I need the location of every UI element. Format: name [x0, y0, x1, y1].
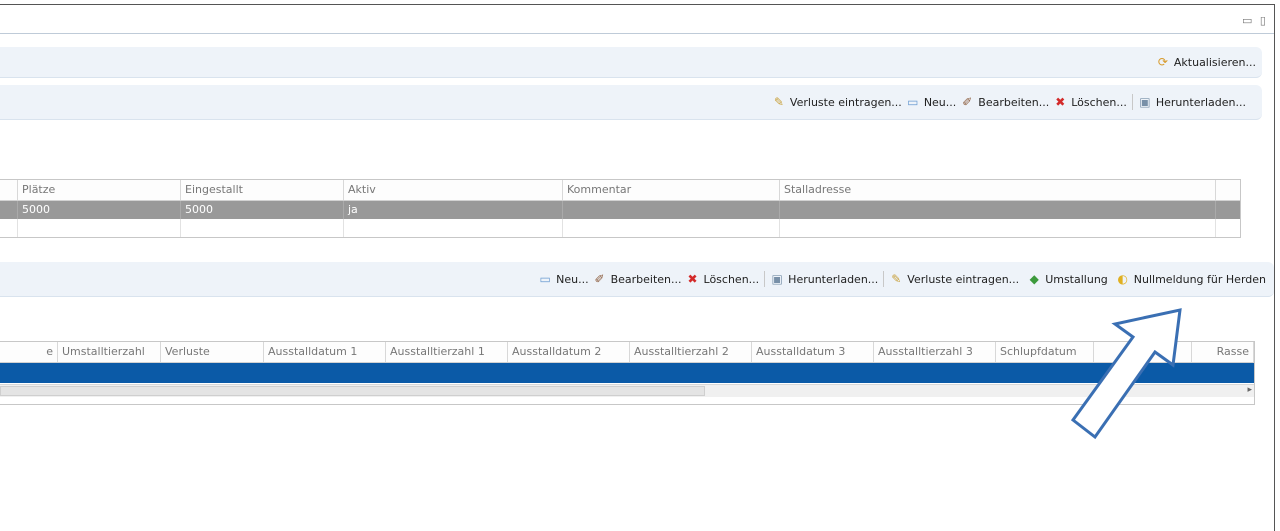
stall-delete-button[interactable]: ✖ Löschen...: [1051, 95, 1129, 109]
column-header-kommentar[interactable]: Kommentar: [563, 180, 780, 200]
app-frame: ▭ ▯ ⟳ Aktualisieren... ✎ Verluste eintra…: [0, 4, 1275, 531]
herd-transfer-button[interactable]: ◆ Umstallung: [1025, 272, 1110, 286]
stall-new-button[interactable]: ▭ Neu...: [904, 95, 958, 109]
pencil-icon: ✎: [891, 272, 902, 286]
cell-plaetze: 5000: [18, 201, 181, 219]
stall-edit-label: Bearbeiten...: [978, 95, 1050, 109]
table-row[interactable]: 5000 5000 ja: [0, 201, 1240, 219]
column-header-umstalltierzahl[interactable]: Umstalltierzahl: [58, 342, 161, 362]
cell-aktiv: ja: [344, 201, 563, 219]
refresh-icon: ⟳: [1157, 55, 1168, 69]
stall-table-header: Plätze Eingestallt Aktiv Kommentar Stall…: [0, 180, 1240, 201]
main-header: ⟳ Aktualisieren...: [0, 47, 1262, 78]
column-header-rasse[interactable]: Rasse: [1192, 342, 1254, 362]
transfer-icon: ◆: [1029, 272, 1039, 286]
new-icon: ▭: [907, 95, 919, 109]
column-header-ausstalldatum-2[interactable]: Ausstalldatum 2: [508, 342, 630, 362]
toolbar-separator: [1131, 94, 1133, 110]
toolbar-separator: [764, 271, 766, 287]
column-header-eingestallt[interactable]: Eingestallt: [181, 180, 344, 200]
herd-transfer-label: Umstallung: [1045, 272, 1108, 286]
column-header-ausstalltierzahl-2[interactable]: Ausstalltierzahl 2: [630, 342, 752, 362]
delete-icon: ✖: [687, 272, 698, 286]
herd-losses-label: Verluste eintragen...: [907, 272, 1020, 286]
stall-delete-label: Löschen...: [1071, 95, 1127, 109]
delete-icon: ✖: [1055, 95, 1066, 109]
window-bar: ▭ ▯: [0, 5, 1274, 34]
column-header-ausstalldatum-3[interactable]: Ausstalldatum 3: [752, 342, 874, 362]
scroll-right-icon[interactable]: ▸: [1247, 385, 1252, 395]
column-header-verluste[interactable]: Verluste: [161, 342, 264, 362]
cell-stalladresse: [780, 201, 1216, 219]
cell-kommentar: [563, 201, 780, 219]
new-icon: ▭: [539, 272, 551, 286]
edit-icon: ✐: [594, 272, 605, 286]
toolbar-separator: [883, 271, 885, 287]
empty-cell: [780, 219, 1216, 237]
column-header-spacer: [0, 180, 18, 200]
herd-download-button[interactable]: ▣ Herunterladen...: [768, 272, 880, 286]
empty-cell: [563, 219, 780, 237]
stall-losses-button[interactable]: ✎ Verluste eintragen...: [770, 95, 904, 109]
refresh-button[interactable]: ⟳ Aktualisieren...: [1154, 55, 1258, 69]
stall-new-label: Neu...: [923, 95, 957, 109]
empty-cell: [18, 219, 181, 237]
stall-toolbar: ✎ Verluste eintragen... ▭ Neu... ✐ Bearb…: [0, 85, 1262, 120]
column-header-partial[interactable]: e: [0, 342, 58, 362]
table-row-empty: [0, 219, 1240, 237]
herd-new-label: Neu...: [556, 272, 589, 286]
row-spacer: [0, 219, 18, 237]
empty-cell: [181, 219, 344, 237]
column-header-plaetze[interactable]: Plätze: [18, 180, 181, 200]
column-header-ausstalltierzahl-1[interactable]: Ausstalltierzahl 1: [386, 342, 508, 362]
herd-toolbar: ▭ Neu... ✐ Bearbeiten... ✖ Löschen... ▣ …: [0, 262, 1274, 297]
column-header-aktiv[interactable]: Aktiv: [344, 180, 563, 200]
empty-cell: [344, 219, 563, 237]
floppy-icon: ▣: [1139, 95, 1151, 109]
refresh-label: Aktualisieren...: [1173, 55, 1256, 69]
stall-download-label: Herunterladen...: [1155, 95, 1246, 109]
herd-download-label: Herunterladen...: [788, 272, 879, 286]
window-controls[interactable]: ▭ ▯: [1242, 14, 1268, 27]
row-spacer: [0, 201, 18, 219]
floppy-icon: ▣: [771, 272, 783, 286]
column-header-ausstalltierzahl-3[interactable]: Ausstalltierzahl 3: [874, 342, 996, 362]
stall-edit-button[interactable]: ✐ Bearbeiten...: [958, 95, 1051, 109]
cell-eingestallt: 5000: [181, 201, 344, 219]
scrollbar-thumb[interactable]: [0, 386, 705, 396]
herd-delete-button[interactable]: ✖ Löschen...: [684, 272, 762, 286]
column-header-stalladresse[interactable]: Stalladresse: [780, 180, 1216, 200]
herd-delete-label: Löschen...: [703, 272, 760, 286]
herd-zero-report-label: Nullmeldung für Herden: [1133, 272, 1266, 286]
stall-table: Plätze Eingestallt Aktiv Kommentar Stall…: [0, 179, 1241, 238]
herd-new-button[interactable]: ▭ Neu...: [536, 272, 590, 286]
column-header-ausstalldatum-1[interactable]: Ausstalldatum 1: [264, 342, 386, 362]
pencil-icon: ✎: [773, 95, 784, 109]
herd-zero-report-button[interactable]: ◐ Nullmeldung für Herden: [1114, 272, 1268, 286]
herd-edit-button[interactable]: ✐ Bearbeiten...: [591, 272, 684, 286]
herd-losses-button[interactable]: ✎ Verluste eintragen...: [887, 272, 1021, 286]
stall-download-button[interactable]: ▣ Herunterladen...: [1136, 95, 1248, 109]
herd-edit-label: Bearbeiten...: [610, 272, 682, 286]
edit-icon: ✐: [962, 95, 973, 109]
zero-report-icon: ◐: [1117, 272, 1129, 286]
annotation-arrow: [1070, 308, 1182, 440]
stall-losses-label: Verluste eintragen...: [789, 95, 902, 109]
